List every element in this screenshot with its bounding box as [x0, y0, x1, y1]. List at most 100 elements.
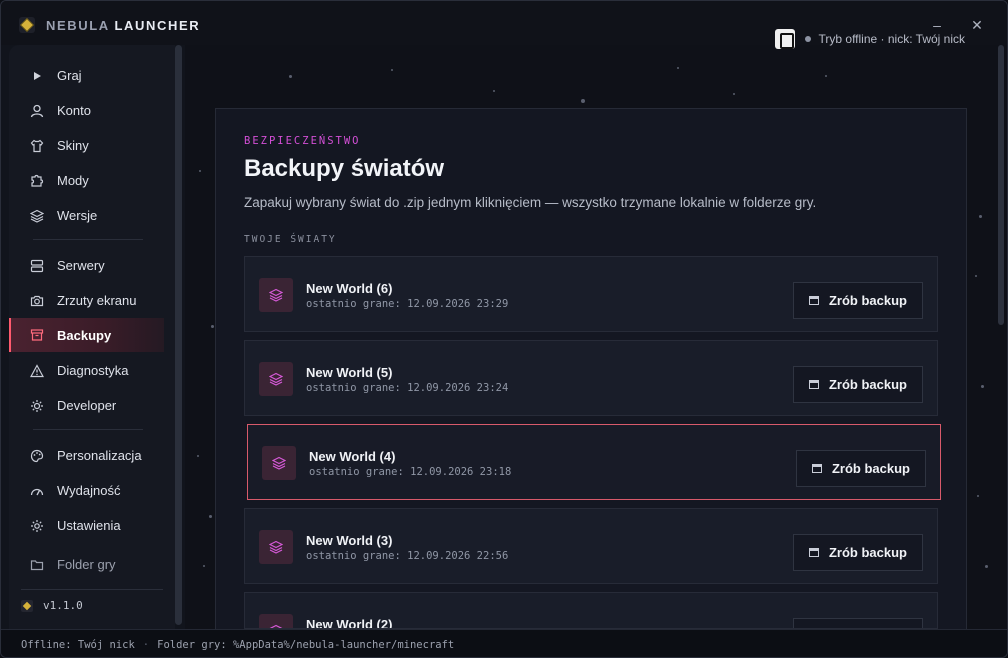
puzzle-icon [29, 173, 45, 189]
sidebar-divider [21, 589, 163, 590]
app-logo [19, 17, 35, 33]
world-card: New World (3) ostatnio grane: 12.09.2026… [244, 508, 938, 584]
layers-icon [29, 208, 45, 224]
world-last-played: ostatnio grane: 12.09.2026 23:29 [306, 298, 509, 310]
avatar[interactable] [774, 29, 795, 49]
sidebar-divider [33, 429, 143, 430]
footer-folder: Folder gry: %AppData%/nebula-launcher/mi… [157, 638, 455, 651]
world-layers-icon [259, 614, 293, 628]
main-scrollbar[interactable] [998, 45, 1004, 325]
archive-icon [811, 464, 822, 473]
app-logo-small [21, 599, 33, 612]
backup-button-label: Zrób backup [828, 377, 907, 392]
section-label: TWOJE ŚWIATY [244, 234, 337, 245]
sidebar-item-developer[interactable]: Developer [9, 389, 164, 422]
shirt-icon [29, 138, 45, 154]
play-icon [29, 68, 45, 84]
backup-button[interactable]: Zrób backup [793, 282, 923, 319]
bug-icon [29, 398, 45, 414]
sidebar-item-serwery[interactable]: Serwery [9, 249, 164, 282]
archive-icon [29, 327, 45, 343]
world-card: New World (2) [244, 592, 938, 629]
sidebar-item-label: Serwery [57, 258, 105, 273]
sidebar-item-label: Ustawienia [57, 518, 121, 533]
sidebar-item-skiny[interactable]: Skiny [9, 129, 164, 162]
archive-icon [808, 380, 819, 389]
sidebar-item-label: Developer [57, 398, 117, 413]
user-icon [29, 103, 45, 119]
world-layers-icon [259, 530, 293, 564]
gear-icon [29, 518, 45, 534]
sidebar-item-label: Zrzuty ekranu [57, 293, 137, 308]
version-info: v1.1.0 [21, 599, 83, 612]
footer-separator: · [142, 638, 150, 651]
sidebar-item-label: Wydajność [57, 483, 121, 498]
app-title: NEBULA LAUNCHER [46, 18, 200, 33]
warning-icon [29, 363, 45, 379]
sidebar-item-diagnostyka[interactable]: Diagnostyka [9, 354, 164, 387]
server-icon [29, 258, 45, 274]
world-name: New World (6) [306, 281, 393, 296]
status-dot [804, 36, 811, 42]
app-title-main: LAUNCHER [114, 18, 201, 33]
world-name: New World (5) [306, 365, 393, 380]
gauge-icon [29, 483, 45, 499]
backup-button-label: Zrób backup [828, 293, 907, 308]
world-name: New World (2) [306, 617, 393, 629]
status-text: Tryb offline · nick: Twój nick [818, 32, 966, 46]
world-card-selected: New World (4) ostatnio grane: 12.09.2026… [247, 424, 941, 500]
sidebar-item-label: Mody [57, 173, 89, 188]
backup-button[interactable]: Zrób backup [793, 366, 923, 403]
world-layers-icon [262, 446, 296, 480]
camera-icon [29, 293, 45, 309]
backup-button[interactable]: Zrób backup [793, 534, 923, 571]
sidebar-item-konto[interactable]: Konto [9, 94, 164, 127]
archive-icon [808, 296, 819, 305]
world-layers-icon [259, 278, 293, 312]
sidebar-item-graj[interactable]: Graj [9, 59, 164, 92]
sidebar-scrollbar[interactable] [175, 45, 182, 625]
sidebar-item-personalizacja[interactable]: Personalizacja [9, 439, 164, 472]
sidebar-item-ustawienia[interactable]: Ustawienia [9, 509, 164, 542]
close-button[interactable]: ✕ [967, 15, 987, 35]
sidebar-item-backupy[interactable]: Backupy [9, 318, 164, 352]
world-layers-icon [259, 362, 293, 396]
sidebar-item-label: Diagnostyka [57, 363, 129, 378]
world-last-played: ostatnio grane: 12.09.2026 23:24 [306, 382, 509, 394]
footer-offline: Offline: Twój nick [21, 638, 135, 651]
folder-icon [29, 557, 45, 573]
sidebar-item-mody[interactable]: Mody [9, 164, 164, 197]
app-window: NEBULA LAUNCHER – ✕ Graj Konto Skiny Mod… [0, 0, 1008, 658]
sidebar-divider [33, 239, 143, 240]
sidebar-item-wersje[interactable]: Wersje [9, 199, 164, 232]
sidebar-item-label: Graj [57, 68, 82, 83]
account-status: Tryb offline · nick: Twój nick [774, 29, 966, 49]
sidebar-item-label: Folder gry [57, 557, 116, 572]
status-bar: Offline: Twój nick · Folder gry: %AppDat… [1, 629, 1007, 657]
sidebar-item-label: Backupy [57, 327, 112, 343]
backup-button[interactable]: Zrób backup [796, 450, 926, 487]
page-eyebrow: BEZPIECZEŃSTWO [244, 135, 361, 147]
app-title-prefix: NEBULA [46, 18, 110, 33]
archive-icon [808, 548, 819, 557]
palette-icon [29, 448, 45, 464]
page-subtitle: Zapakuj wybrany świat do .zip jednym kli… [244, 195, 817, 210]
sidebar-item-label: Skiny [57, 138, 89, 153]
sidebar-item-label: Personalizacja [57, 448, 142, 463]
version-label: v1.1.0 [43, 599, 83, 612]
backup-button-label: Zrób backup [828, 545, 907, 560]
sidebar-item-label: Wersje [57, 208, 98, 223]
world-last-played: ostatnio grane: 12.09.2026 22:56 [306, 550, 509, 562]
sidebar-item-folder-gry[interactable]: Folder gry [9, 548, 164, 581]
world-last-played: ostatnio grane: 12.09.2026 23:18 [309, 466, 512, 478]
page-title: Backupy światów [244, 155, 445, 182]
sidebar-item-zrzuty-ekranu[interactable]: Zrzuty ekranu [9, 284, 164, 317]
world-card: New World (6) ostatnio grane: 12.09.2026… [244, 256, 938, 332]
world-name: New World (4) [309, 449, 396, 464]
world-name: New World (3) [306, 533, 393, 548]
backup-button[interactable] [793, 618, 923, 628]
world-card: New World (5) ostatnio grane: 12.09.2026… [244, 340, 938, 416]
backup-button-label: Zrób backup [831, 461, 910, 476]
sidebar-item-wydajnosc[interactable]: Wydajność [9, 474, 164, 507]
sidebar-item-label: Konto [57, 103, 91, 118]
